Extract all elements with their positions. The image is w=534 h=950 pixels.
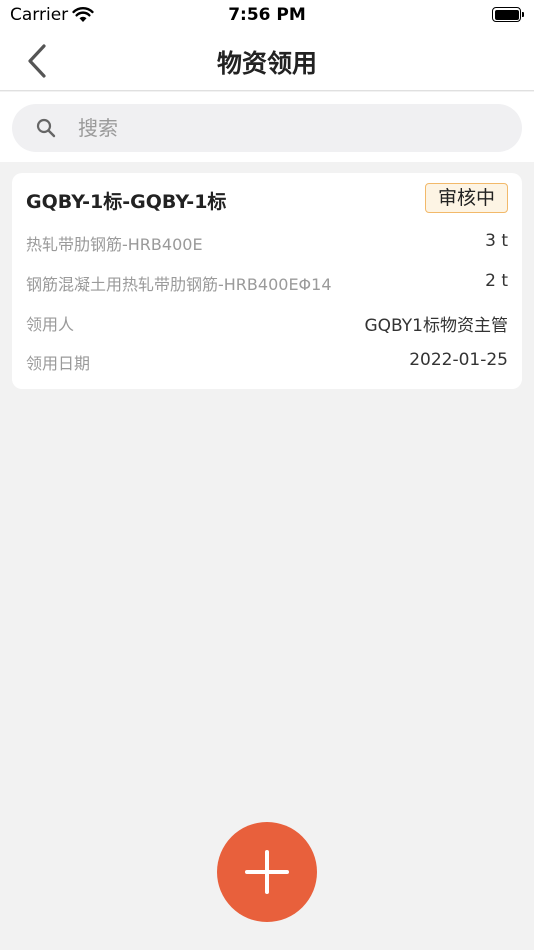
- date-row: 领用日期 2022-01-25: [26, 350, 508, 374]
- recipient-row: 领用人 GQBY1标物资主管: [26, 311, 509, 336]
- material-name: 钢筋混凝土用热轧带肋钢筋-HRB400EΦ14: [26, 275, 332, 294]
- material-row: 热轧带肋钢筋-HRB400E 3 t: [26, 231, 508, 255]
- material-row: 钢筋混凝土用热轧带肋钢筋-HRB400EΦ14 2 t: [26, 271, 508, 295]
- search-input[interactable]: [78, 104, 498, 152]
- material-name: 热轧带肋钢筋-HRB400E: [26, 235, 203, 254]
- material-quantity: 3 t: [485, 231, 508, 251]
- material-quantity: 2 t: [485, 271, 508, 291]
- date-value: 2022-01-25: [409, 350, 508, 370]
- status-bar: Carrier 7:56 PM: [0, 0, 534, 30]
- record-title: GQBY-1标-GQBY-1标: [26, 191, 227, 213]
- add-button[interactable]: [217, 822, 317, 922]
- search-bar: [0, 92, 534, 162]
- plus-icon: [245, 850, 289, 894]
- recipient-label: 领用人: [26, 315, 75, 334]
- search-box[interactable]: [12, 104, 522, 152]
- navigation-bar: 物资领用: [0, 30, 534, 91]
- clock: 7:56 PM: [228, 5, 306, 25]
- record-card[interactable]: GQBY-1标-GQBY-1标 审核中 热轧带肋钢筋-HRB400E 3 t 钢…: [12, 173, 522, 389]
- page-title: 物资领用: [216, 49, 317, 78]
- date-label: 领用日期: [26, 354, 91, 373]
- recipient-value: GQBY1标物资主管: [364, 316, 509, 336]
- status-badge: 审核中: [424, 183, 508, 213]
- search-icon: [36, 118, 56, 138]
- battery-icon: [492, 7, 524, 22]
